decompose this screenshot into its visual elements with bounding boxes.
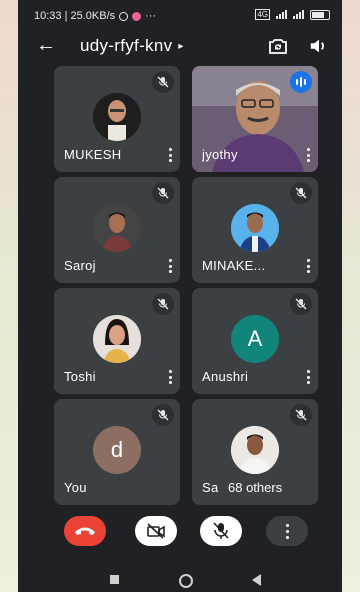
status-bar: 10:33 | 25.0KB/s ··· 4G (18, 0, 342, 30)
mic-off-icon (290, 293, 312, 315)
status-overflow: ··· (145, 10, 157, 22)
videocam-off-icon (147, 523, 165, 539)
meeting-header: ← udy-rfyf-knv ▸ (18, 30, 342, 64)
participant-tile[interactable]: Saroj (54, 177, 180, 283)
participant-name: MUKESH (64, 147, 122, 162)
avatar (93, 204, 141, 252)
speaking-indicator-icon (290, 71, 312, 93)
participant-tile[interactable]: MUKESH (54, 66, 180, 172)
volte-icon: 4G (255, 9, 270, 20)
mic-toggle-button[interactable] (200, 516, 242, 546)
letter-avatar: A (231, 315, 279, 363)
participant-tile[interactable]: A Anushri (192, 288, 318, 394)
more-vert-icon[interactable] (168, 259, 172, 273)
notification-icon (132, 11, 142, 21)
avatar (231, 426, 279, 474)
recents-icon[interactable] (110, 575, 119, 584)
participant-name: Toshi (64, 369, 96, 384)
participant-name: Sa (202, 480, 219, 495)
more-vert-icon[interactable] (168, 370, 172, 384)
phone-hangup-icon (75, 527, 95, 535)
call-controls (18, 510, 342, 560)
mic-off-icon (213, 522, 229, 539)
participant-name: Anushri (202, 369, 249, 384)
status-time: 10:33 | 25.0KB/s (34, 10, 116, 22)
participant-name: You (64, 480, 87, 495)
more-vert-icon[interactable] (168, 148, 172, 162)
participant-tile[interactable]: Toshi (54, 288, 180, 394)
more-options-button[interactable] (266, 516, 308, 546)
system-nav-bar (18, 566, 342, 592)
whatsapp-icon (119, 11, 129, 21)
letter-avatar: d (93, 426, 141, 474)
participant-tile[interactable]: MINAKE... (192, 177, 318, 283)
others-count[interactable]: 68 others (226, 480, 285, 495)
camera-toggle-button[interactable] (135, 516, 177, 546)
background-left (0, 0, 18, 592)
mic-off-icon (152, 71, 174, 93)
participant-name: Saroj (64, 258, 96, 273)
speaker-icon[interactable] (308, 35, 330, 57)
home-icon[interactable] (179, 574, 193, 588)
avatar (93, 315, 141, 363)
participant-tile[interactable]: Sa 68 others (192, 399, 318, 505)
background-right (342, 0, 360, 592)
mic-off-icon (290, 182, 312, 204)
participant-name: MINAKE... (202, 258, 266, 273)
meeting-code[interactable]: udy-rfyf-knv ▸ (80, 36, 184, 56)
participant-name: jyothy (202, 147, 238, 162)
more-vert-icon[interactable] (306, 370, 310, 384)
signal-icon (276, 10, 287, 19)
more-vert-icon (285, 523, 289, 539)
phone-screen: 10:33 | 25.0KB/s ··· 4G ← udy-rfyf-knv ▸ (18, 0, 342, 592)
avatar (231, 204, 279, 252)
chevron-right-icon: ▸ (178, 41, 184, 53)
more-vert-icon[interactable] (306, 259, 310, 273)
signal-2-icon (293, 10, 304, 19)
mic-off-icon (290, 404, 312, 426)
meeting-code-text: udy-rfyf-knv (80, 36, 173, 55)
back-arrow-icon[interactable]: ← (36, 33, 56, 57)
mic-off-icon (152, 182, 174, 204)
status-left: 10:33 | 25.0KB/s ··· (34, 10, 156, 22)
switch-camera-icon[interactable] (266, 34, 290, 58)
avatar (93, 93, 141, 141)
status-right: 4G (255, 9, 330, 20)
participant-video-tile[interactable]: jyothy (192, 66, 318, 172)
end-call-button[interactable] (64, 516, 106, 546)
more-vert-icon[interactable] (306, 148, 310, 162)
mic-off-icon (152, 293, 174, 315)
mic-off-icon (152, 404, 174, 426)
back-triangle-icon[interactable] (252, 574, 261, 586)
battery-icon (310, 9, 330, 20)
self-tile[interactable]: d You (54, 399, 180, 505)
